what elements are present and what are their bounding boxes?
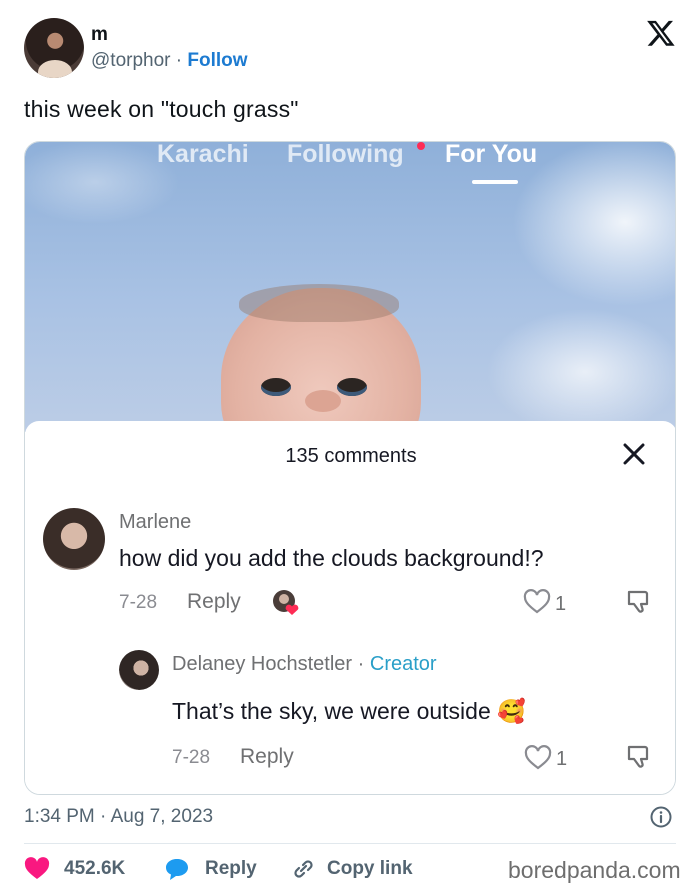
reply-button[interactable]: Reply [164, 856, 274, 884]
reply-label: Reply [205, 858, 257, 879]
link-icon [294, 860, 313, 878]
close-icon[interactable] [621, 441, 647, 467]
comment-like-count: 1 [555, 593, 567, 615]
heart-icon[interactable] [524, 745, 552, 771]
info-icon[interactable] [650, 806, 672, 828]
reply-bubble-icon [166, 859, 188, 880]
baby-eye [337, 378, 367, 396]
creator-badge: Creator [369, 653, 437, 675]
author-name[interactable]: m [91, 24, 108, 46]
dislike-icon[interactable] [625, 588, 653, 616]
tweet-text: this week on "touch grass" [24, 96, 299, 122]
watermark: boredpanda.com [508, 857, 681, 883]
baby-hair [239, 284, 399, 322]
comment-author[interactable]: Marlene [119, 511, 191, 534]
heart-icon[interactable] [523, 589, 551, 615]
comment-date: 7-28 [119, 592, 158, 613]
commenter-avatar[interactable] [43, 508, 105, 570]
comment-like-count: 1 [556, 748, 568, 770]
heart-icon [24, 857, 50, 879]
tab-following[interactable]: Following [287, 142, 404, 169]
notification-dot [417, 142, 425, 150]
comment-author-row: Delaney Hochstetler · Creator [172, 653, 437, 676]
tab-for-you[interactable]: For You [445, 142, 537, 169]
creator-liked-icon [273, 590, 299, 615]
like-count: 452.6K [64, 858, 126, 879]
like-button[interactable]: 452.6K [24, 856, 154, 884]
comments-count: 135 comments [285, 445, 417, 467]
comment-date: 7-28 [172, 747, 211, 768]
tweet-actions: 452.6K Reply Copy link [24, 856, 494, 886]
copy-link-button[interactable]: Copy link [290, 856, 460, 884]
separator-dot: · [357, 653, 365, 675]
comment-reply-button[interactable]: Reply [240, 745, 294, 769]
author-avatar[interactable] [24, 18, 84, 78]
copy-link-label: Copy link [327, 858, 413, 879]
handle-row: @torphor · Follow [91, 50, 248, 72]
comment-reply-button[interactable]: Reply [187, 590, 241, 614]
baby-eye [261, 378, 291, 396]
active-tab-indicator [472, 180, 518, 184]
dislike-icon[interactable] [625, 743, 653, 771]
comment-text: That’s the sky, we were outside 🥰 [172, 698, 526, 724]
tweet-header: m @torphor · Follow [0, 0, 700, 90]
comment-text: how did you add the clouds background!? [119, 545, 544, 571]
author-handle[interactable]: @torphor [91, 50, 171, 71]
comment-author[interactable]: Delaney Hochstetler [172, 653, 352, 675]
tweet-media[interactable]: Karachi Following For You 135 comments M… [24, 141, 676, 795]
tab-karachi[interactable]: Karachi [157, 142, 249, 169]
tweet-timestamp[interactable]: 1:34 PM · Aug 7, 2023 [24, 806, 213, 828]
x-logo-icon[interactable] [646, 18, 676, 48]
baby-nose [305, 390, 341, 412]
separator-dot: · [175, 50, 183, 71]
video-feed-tabs: Karachi Following For You [155, 142, 555, 184]
commenter-avatar[interactable] [119, 650, 159, 690]
divider [24, 843, 676, 844]
follow-button[interactable]: Follow [187, 50, 247, 71]
